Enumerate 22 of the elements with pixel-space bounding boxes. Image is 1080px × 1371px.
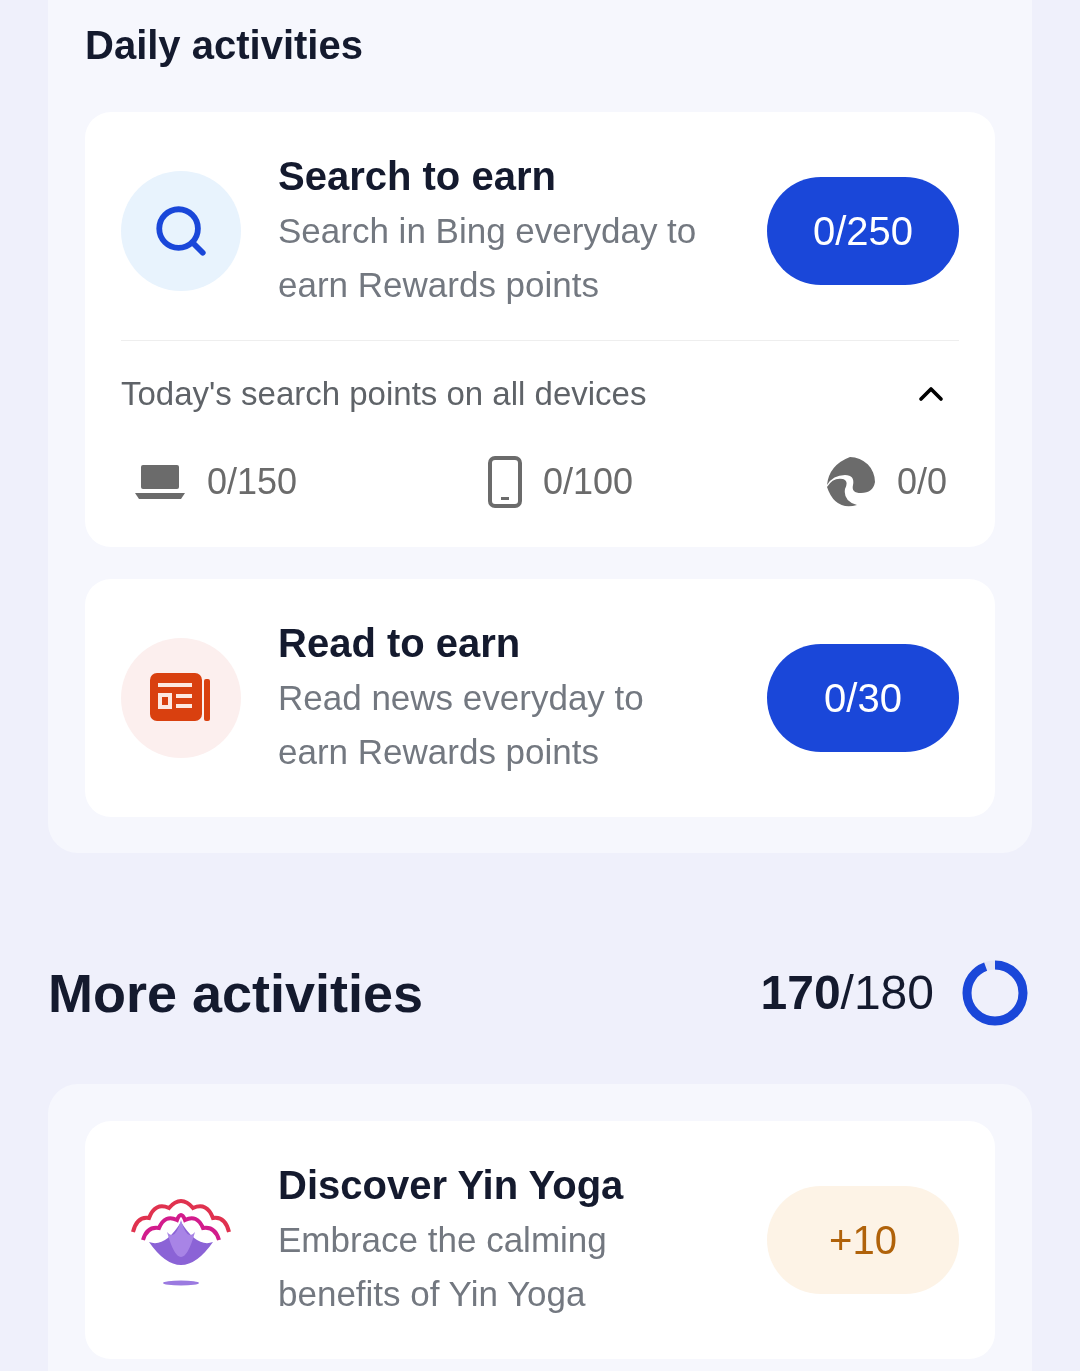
section-title: Daily activities bbox=[85, 22, 364, 69]
activity-description: Read news everyday to earn Rewards points bbox=[278, 676, 645, 773]
phone-icon bbox=[486, 454, 523, 509]
points-button[interactable]: 0/30 bbox=[767, 643, 959, 752]
activity-title: Search to earn bbox=[278, 153, 557, 200]
activity-description: Embrace the calming benefits of Yin Yoga bbox=[278, 1218, 608, 1315]
newspaper-icon bbox=[150, 672, 212, 723]
activity-card[interactable]: Discover Yin Yoga Embrace the calming benefits of Yin Yoga +10 bbox=[85, 1120, 995, 1359]
activity-card[interactable]: Search to earn Search in Bing everyday to earn Rewards points 0/250 Today's search points on all devices 0/150 0/100 0/0 bbox=[85, 112, 995, 547]
laptop-icon bbox=[133, 462, 187, 501]
progress-count: 170/180 bbox=[760, 965, 934, 1021]
activity-card[interactable]: Read to earn Read news everyday to earn Rewards points 0/30 bbox=[85, 578, 995, 817]
activity-description: Search in Bing everyday to earn Rewards points bbox=[278, 210, 698, 306]
points-button[interactable]: +10 bbox=[767, 1185, 959, 1294]
section-title: More activities bbox=[48, 961, 424, 1025]
devices-label: Today's search points on all devices bbox=[121, 374, 647, 414]
device-points: 0/100 bbox=[542, 459, 634, 504]
device-points: 0/0 bbox=[896, 459, 947, 504]
device-points: 0/150 bbox=[207, 459, 298, 504]
points-button[interactable]: 0/250 bbox=[767, 177, 959, 285]
activity-title: Read to earn bbox=[278, 619, 522, 667]
activity-title: Discover Yin Yoga bbox=[278, 1161, 625, 1209]
